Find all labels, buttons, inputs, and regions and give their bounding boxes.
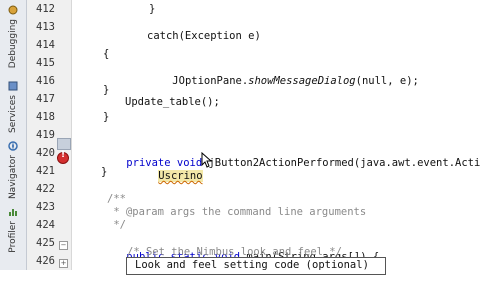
services-icon <box>8 81 18 91</box>
debug-icon <box>8 5 18 15</box>
tab-navigator[interactable]: Navigator <box>3 140 23 199</box>
fold-margin <box>72 0 84 270</box>
code-token: JOptionPane. <box>172 75 249 87</box>
code-line: catch(Exception e) <box>147 30 261 42</box>
code-line: } <box>103 84 110 96</box>
tab-debugging[interactable]: Debugging <box>3 4 23 68</box>
code-line: JOptionPane.showMessageDialog(null, e); <box>147 54 419 87</box>
tab-navigator-label: Navigator <box>8 155 18 200</box>
fold-toggle-icon[interactable]: − <box>59 241 68 250</box>
code-line: Uscrino <box>133 149 203 182</box>
line-number: 420 <box>36 147 55 159</box>
collapsed-fold-region[interactable]: Look and feel setting code (optional) <box>126 257 386 275</box>
code-editor[interactable]: } catch(Exception e) { JOptionPane.showM… <box>85 0 480 270</box>
code-line: Update_table(); <box>125 96 220 108</box>
code-line: { <box>103 48 110 60</box>
method-marker[interactable] <box>57 138 71 150</box>
error-icon[interactable] <box>57 150 69 164</box>
tab-profiler-label: Profiler <box>8 221 18 253</box>
code-line: } <box>103 111 110 123</box>
line-number: 422 <box>36 183 55 195</box>
line-number: 414 <box>36 39 55 51</box>
line-number: 417 <box>36 93 55 105</box>
line-number: 424 <box>36 219 55 231</box>
line-number: 415 <box>36 57 55 69</box>
tab-debugging-label: Debugging <box>8 19 18 69</box>
mouse-cursor-icon <box>201 152 213 168</box>
code-line: } <box>101 166 108 178</box>
code-comment: * @param args the command line arguments <box>107 206 367 218</box>
line-number: 413 <box>36 21 55 33</box>
tab-services[interactable]: Services <box>3 80 23 133</box>
line-number: 426 <box>36 255 55 267</box>
profiler-icon <box>9 209 17 216</box>
tab-profiler[interactable]: Profiler <box>3 206 23 253</box>
line-number: 418 <box>36 111 55 123</box>
side-panel-bar: Debugging Services Navigator Profiler <box>0 0 27 270</box>
line-number: 419 <box>36 129 55 141</box>
code-line: } <box>149 3 156 15</box>
tab-services-label: Services <box>8 95 18 133</box>
error-token: Uscrino <box>158 170 203 182</box>
navigator-icon <box>8 141 18 151</box>
fold-toggle-icon[interactable]: + <box>59 259 68 268</box>
line-number: 423 <box>36 201 55 213</box>
line-number: 421 <box>36 165 55 177</box>
line-number: 412 <box>36 3 55 15</box>
code-token: jButton2ActionPerformed(java.awt.event.A… <box>202 157 480 169</box>
line-number: 425 <box>36 237 55 249</box>
code-token: (null, e); <box>355 75 419 87</box>
collapsed-fold-label: Look and feel setting code (optional) <box>135 259 369 271</box>
code-token: showMessageDialog <box>248 75 356 87</box>
line-number: 416 <box>36 75 55 87</box>
